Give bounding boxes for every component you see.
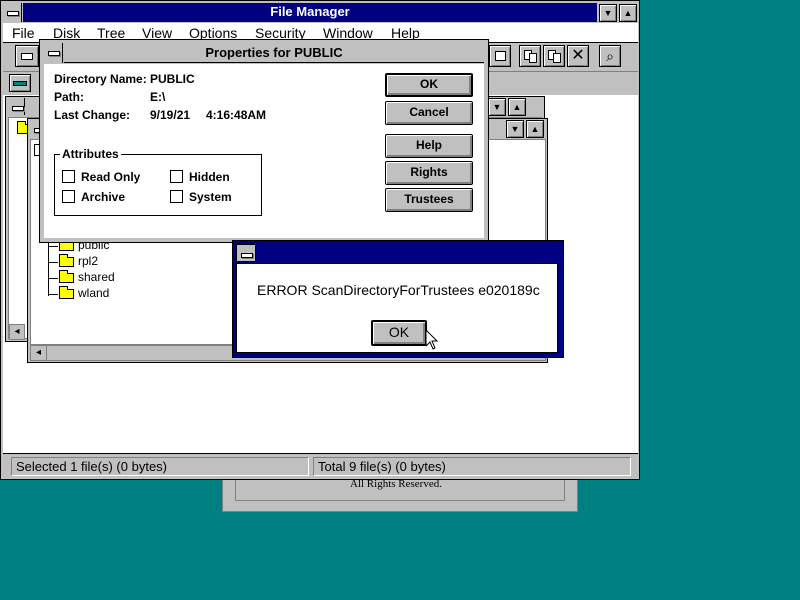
tree-item-shared[interactable]: shared [78, 270, 115, 284]
system-checkbox[interactable] [170, 190, 183, 203]
read-only-label[interactable]: Read Only [81, 170, 140, 184]
hidden-label[interactable]: Hidden [189, 170, 230, 184]
properties-trustees-button[interactable]: Trustees [385, 188, 473, 212]
tree-folder-rpl2-icon[interactable] [59, 254, 74, 267]
attributes-groupbox [54, 154, 262, 216]
menu-tree[interactable]: Tree [97, 25, 125, 41]
path-value: E:\ [150, 90, 166, 104]
file-manager-system-menu-icon[interactable] [3, 3, 22, 22]
status-total: Total 9 file(s) (0 bytes) [313, 457, 631, 476]
status-bar: Selected 1 file(s) (0 bytes) Total 9 fil… [3, 453, 638, 479]
error-titlebar[interactable] [257, 244, 559, 262]
last-change-label: Last Change: [54, 108, 131, 122]
properties-dialog: Properties for PUBLIC Directory Name: PU… [39, 39, 489, 243]
drive-combo-icon[interactable] [15, 45, 39, 67]
tool-copy-icon[interactable] [519, 45, 541, 67]
error-body: ERROR ScanDirectoryForTrustees e020189c … [236, 263, 558, 353]
directory-window-system-menu-icon[interactable] [8, 98, 25, 115]
tool-delete-icon[interactable]: ✕ [567, 45, 589, 67]
properties-rights-button[interactable]: Rights [385, 161, 473, 185]
properties-system-menu-icon[interactable] [44, 43, 63, 63]
properties-title: Properties for PUBLIC [205, 45, 343, 60]
properties-cancel-button[interactable]: Cancel [385, 101, 473, 125]
menu-security[interactable]: Security [255, 25, 306, 41]
path-label: Path: [54, 90, 84, 104]
tool-search-icon[interactable]: ⌕ [599, 45, 621, 67]
directory-name-value: PUBLIC [150, 72, 195, 86]
directory-minimize-icon[interactable]: ▼ [488, 98, 506, 116]
properties-help-button[interactable]: Help [385, 134, 473, 158]
file-manager-titlebar[interactable]: File Manager [23, 3, 597, 22]
read-only-checkbox[interactable] [62, 170, 75, 183]
last-change-time: 4:16:48AM [206, 108, 267, 122]
properties-titlebar[interactable]: Properties for PUBLIC [64, 43, 484, 63]
last-change-date: 9/19/21 [150, 108, 191, 122]
directory-maximize-icon[interactable]: ▲ [508, 98, 526, 116]
menu-help[interactable]: Help [391, 25, 420, 41]
tree-item-rpl2[interactable]: rpl2 [78, 254, 98, 268]
tree-folder-wland-icon[interactable] [59, 286, 74, 299]
tool-network-icon[interactable] [489, 45, 511, 67]
error-ok-button[interactable]: OK [371, 320, 427, 346]
archive-checkbox[interactable] [62, 190, 75, 203]
menu-options[interactable]: Options [189, 25, 237, 41]
tool-paste-icon[interactable] [543, 45, 565, 67]
menu-window[interactable]: Window [323, 25, 373, 41]
tree-folder-shared-icon[interactable] [59, 270, 74, 283]
archive-label[interactable]: Archive [81, 190, 125, 204]
properties-ok-button[interactable]: OK [385, 73, 473, 97]
mouse-pointer-icon [426, 330, 438, 350]
tree-folder-public-icon[interactable] [59, 238, 74, 251]
error-system-menu-icon[interactable] [236, 244, 256, 262]
directory-name-label: Directory Name: [54, 72, 147, 86]
status-selected: Selected 1 file(s) (0 bytes) [11, 457, 309, 476]
menu-file[interactable]: File [12, 25, 35, 41]
tree-scrollbar-left-icon[interactable]: ◂ [9, 324, 25, 340]
menu-disk[interactable]: Disk [53, 25, 80, 41]
hidden-checkbox[interactable] [170, 170, 183, 183]
scroll-left-icon[interactable]: ◂ [31, 346, 47, 360]
menu-view[interactable]: View [142, 25, 172, 41]
error-message: ERROR ScanDirectoryForTrustees e020189c [257, 282, 540, 298]
file-list-maximize-icon[interactable]: ▲ [526, 120, 544, 138]
drive-icon[interactable] [9, 74, 31, 92]
file-manager-title: File Manager [270, 4, 350, 19]
minimize-icon[interactable]: ▼ [599, 4, 617, 22]
maximize-icon[interactable]: ▲ [619, 4, 637, 22]
tree-item-wland[interactable]: wland [78, 286, 109, 300]
system-label[interactable]: System [189, 190, 232, 204]
error-dialog: ERROR ScanDirectoryForTrustees e020189c … [232, 240, 564, 358]
file-list-minimize-icon[interactable]: ▼ [506, 120, 524, 138]
attributes-label: Attributes [60, 147, 121, 161]
